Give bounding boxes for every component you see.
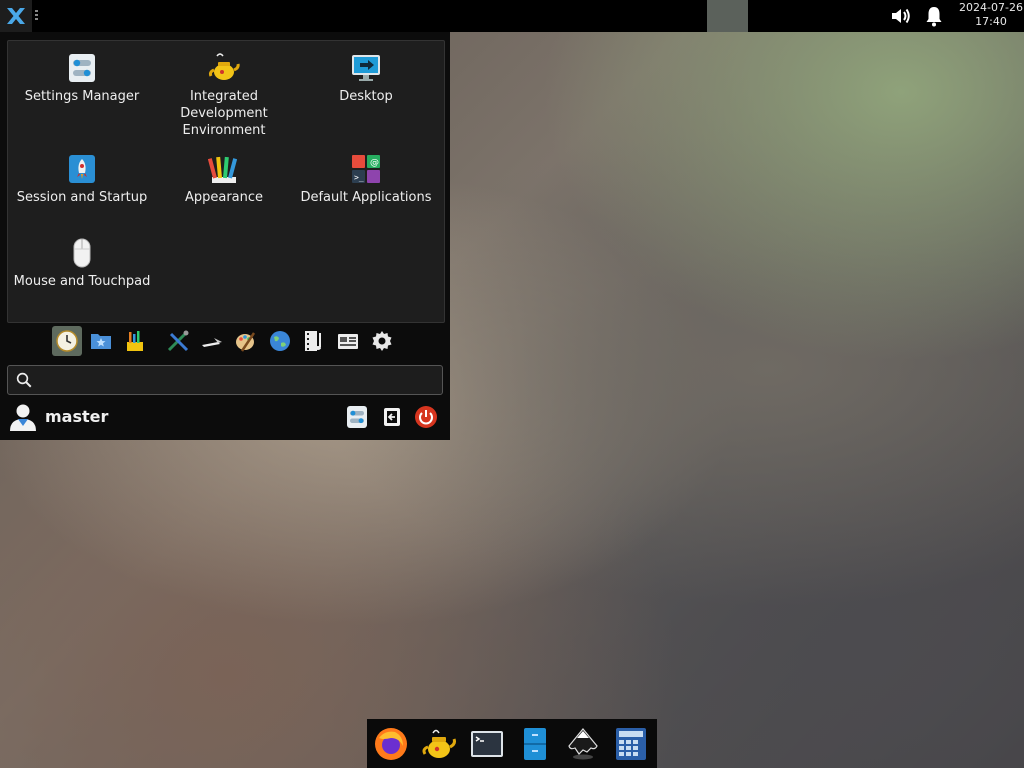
user-avatar-icon: [10, 404, 36, 431]
dock-ide[interactable]: [420, 725, 458, 763]
app-label: Session and Startup: [16, 190, 148, 205]
file-manager-icon: [524, 728, 546, 760]
appearance-icon: [208, 156, 238, 183]
category-graphics[interactable]: [231, 326, 261, 356]
dock-calculator[interactable]: [612, 725, 650, 763]
category-education[interactable]: [197, 326, 227, 356]
category-accessories[interactable]: [120, 326, 150, 356]
ide-teapot-icon: [422, 729, 456, 758]
dock-file-manager[interactable]: [516, 725, 554, 763]
internet-icon: [270, 331, 290, 351]
dock-terminal[interactable]: [468, 725, 506, 763]
whisker-menu: Settings Manager Integrated Development …: [0, 32, 450, 440]
app-label: Default Applications: [300, 190, 432, 205]
graphics-icon: [236, 332, 256, 352]
dock-firefox[interactable]: [372, 725, 410, 763]
inkscape-icon: [568, 728, 598, 760]
mouse-icon: [73, 238, 91, 268]
category-recently-used[interactable]: [52, 326, 82, 356]
panel-clock[interactable]: 2024-07-26 17:40: [958, 0, 1024, 33]
app-label: Integrated Development Environment: [180, 89, 268, 138]
clock-time: 17:40: [975, 15, 1007, 28]
accessories-icon: [127, 331, 143, 351]
username: master: [45, 407, 109, 426]
svg-text:>_: >_: [354, 173, 364, 182]
category-office[interactable]: [333, 326, 363, 356]
session-startup-icon: [69, 155, 95, 183]
power-button[interactable]: [414, 405, 438, 429]
search-icon: [16, 372, 32, 388]
dock: [367, 719, 657, 768]
notification-bell-icon[interactable]: [922, 4, 946, 28]
whisker-menu-button[interactable]: [0, 0, 32, 32]
volume-icon[interactable]: [889, 4, 913, 28]
panel-drag-handle[interactable]: [35, 10, 38, 22]
app-mouse-touchpad[interactable]: Mouse and Touchpad: [12, 237, 152, 290]
category-settings[interactable]: [367, 326, 397, 356]
multimedia-icon: [305, 331, 321, 351]
app-label: Mouse and Touchpad: [13, 274, 151, 289]
category-development[interactable]: [163, 326, 193, 356]
svg-text:@: @: [370, 158, 379, 168]
category-favorites[interactable]: [86, 326, 116, 356]
category-multimedia[interactable]: [299, 326, 329, 356]
app-desktop[interactable]: Desktop: [296, 52, 436, 105]
default-applications-icon: @ >_: [352, 155, 380, 183]
desktop-icon: [352, 55, 380, 81]
search-field[interactable]: [7, 365, 443, 395]
whisker-menu-icon: [7, 8, 25, 24]
power-icon: [415, 406, 437, 428]
recently-used-icon: [56, 330, 78, 352]
terminal-icon: [471, 731, 503, 757]
app-default-applications[interactable]: @ >_ Default Applications: [296, 153, 436, 206]
development-icon: [167, 330, 189, 352]
app-label: Appearance: [184, 190, 264, 205]
app-session-startup[interactable]: Session and Startup: [12, 153, 152, 206]
log-out-icon: [384, 408, 400, 426]
calculator-icon: [616, 728, 646, 760]
settings-manager-icon: [69, 54, 95, 82]
app-settings-manager[interactable]: Settings Manager: [12, 52, 152, 105]
settings-apps-grid: Settings Manager Integrated Development …: [7, 40, 445, 323]
firefox-icon: [375, 728, 407, 760]
search-input[interactable]: [40, 369, 439, 391]
app-label: Desktop: [339, 89, 393, 104]
education-icon: [202, 338, 222, 347]
app-appearance[interactable]: Appearance: [154, 153, 294, 206]
app-label: Settings Manager: [24, 89, 140, 104]
office-icon: [338, 334, 358, 349]
dock-inkscape[interactable]: [564, 725, 602, 763]
lock-screen-button[interactable]: [380, 405, 404, 429]
workspace-switcher[interactable]: [707, 0, 748, 32]
settings-manager-button[interactable]: [345, 405, 369, 429]
user-row: master: [0, 399, 450, 435]
settings-gear-icon: [372, 331, 392, 351]
top-panel: 2024-07-26 17:40: [0, 0, 1024, 32]
clock-date: 2024-07-26: [959, 1, 1023, 14]
category-internet[interactable]: [265, 326, 295, 356]
ide-teapot-icon: [208, 53, 240, 80]
favorites-folder-icon: [91, 334, 111, 349]
app-ide[interactable]: Integrated Development Environment: [154, 52, 294, 139]
settings-manager-icon: [347, 406, 367, 428]
